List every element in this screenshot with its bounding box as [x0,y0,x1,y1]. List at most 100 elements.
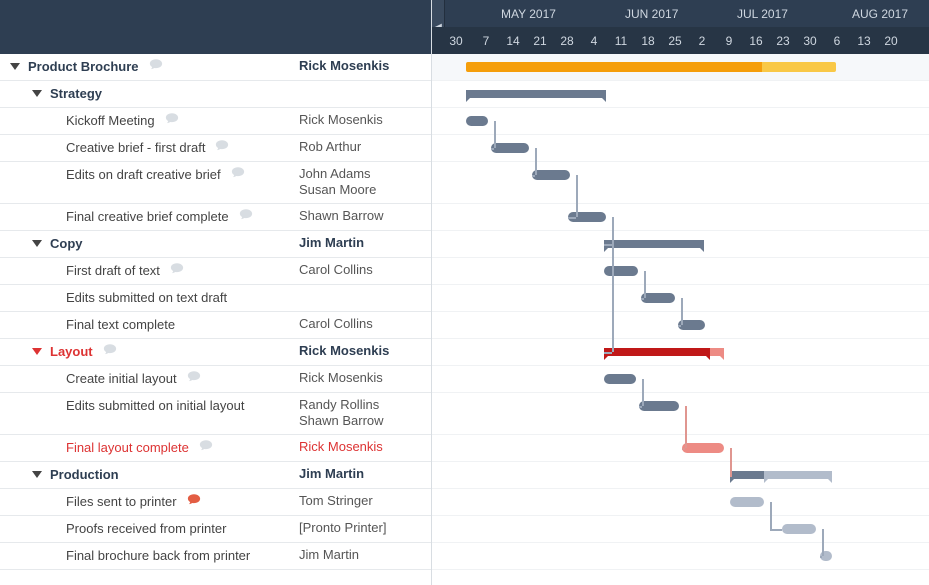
comment-icon[interactable] [103,343,117,356]
month-label: JUL 2017 [737,7,788,21]
table-row[interactable]: Final layout completeRick Mosenkis [0,435,431,462]
responsible-cell: Tom Stringer [299,493,431,510]
summary-bar-progress [730,471,764,479]
responsible-cell: Shawn Barrow [299,208,431,225]
task-bar[interactable] [604,374,636,384]
summary-bar[interactable] [604,348,710,356]
task-bar[interactable] [532,170,570,180]
table-row[interactable]: Final creative brief completeShawn Barro… [0,204,431,231]
gantt-chart [432,54,929,570]
comment-icon[interactable] [149,58,163,71]
day-label: 6 [834,34,841,48]
comment-icon[interactable] [215,139,229,152]
day-label: 30 [803,34,816,48]
table-row[interactable]: LayoutRick Mosenkis [0,339,431,366]
dependency-link [730,448,732,475]
expand-toggle[interactable] [32,471,42,478]
task-bar[interactable] [604,266,638,276]
task-rows: Product BrochureRick MosenkisStrategyKic… [0,54,431,585]
task-label: Product Brochure [28,58,139,76]
table-row[interactable]: Production Jim Martin [0,462,431,489]
day-label: 9 [726,34,733,48]
day-row: 30714212841118252916233061320 [432,27,929,54]
dependency-link [644,271,646,298]
comment-icon[interactable] [199,439,213,452]
table-row[interactable]: Edits on draft creative briefJohn AdamsS… [0,162,431,205]
task-label: Production [50,466,119,484]
progress-bar[interactable] [466,62,836,72]
table-row[interactable]: Files sent to printer Tom Stringer [0,489,431,516]
dependency-link [820,556,822,558]
task-bar[interactable] [730,497,764,507]
summary-bar[interactable] [466,90,606,98]
task-label: Edits submitted on initial layout [66,397,244,415]
task-bar[interactable] [782,524,816,534]
expand-toggle[interactable] [32,90,42,97]
responsible-cell: Jim Martin [299,466,431,483]
table-row[interactable]: Creative brief - first draft Rob Arthur [0,135,431,162]
day-label: 20 [884,34,897,48]
dependency-link [682,448,685,450]
task-bar[interactable] [639,401,679,411]
table-row[interactable]: CopyJim Martin [0,231,431,258]
table-row[interactable]: Strategy [0,81,431,108]
summary-bar[interactable] [604,240,704,248]
comment-icon[interactable] [170,262,184,275]
table-row[interactable]: Final brochure back from printerJim Mart… [0,543,431,570]
table-row[interactable]: Edits submitted on text draft [0,285,431,312]
table-row[interactable]: First draft of textCarol Collins [0,258,431,285]
comment-icon[interactable] [165,112,179,125]
day-label: 25 [668,34,681,48]
responsible-cell: Rick Mosenkis [299,112,431,129]
expand-toggle[interactable] [10,63,20,70]
dependency-link [685,406,687,449]
responsible-cell: Rick Mosenkis [299,58,431,75]
day-label: 2 [699,34,706,48]
gantt-lane [432,108,929,135]
day-label: 23 [776,34,789,48]
dependency-link [678,325,681,327]
task-label: Creative brief - first draft [66,139,205,157]
table-row[interactable]: Product Brochure Rick Mosenkis [0,54,431,81]
task-bar[interactable] [491,143,529,153]
left-panel: Product BrochureRick MosenkisStrategyKic… [0,0,432,585]
comment-icon[interactable] [231,166,245,179]
day-label: 18 [641,34,654,48]
day-label: 16 [749,34,762,48]
table-row[interactable]: Kickoff Meeting Rick Mosenkis [0,108,431,135]
responsible-cell: Jim Martin [299,547,431,564]
task-bar[interactable] [682,443,724,453]
gantt-lane [432,543,929,570]
table-row[interactable]: Edits submitted on initial layout Randy R… [0,393,431,436]
dependency-link [642,379,644,406]
gantt-lane [432,435,929,462]
app-root: Product BrochureRick MosenkisStrategyKic… [0,0,929,585]
task-label: Files sent to printer [66,493,177,511]
dependency-link [770,502,772,529]
gantt-lane [432,162,929,205]
gantt-lane [432,462,929,489]
dependency-link [612,217,614,351]
task-label: Kickoff Meeting [66,112,155,130]
responsible-cell: Randy RollinsShawn Barrow [299,397,431,431]
responsible-cell: Rob Arthur [299,139,431,156]
responsible-cell: Carol Collins [299,316,431,333]
expand-toggle[interactable] [32,240,42,247]
gantt-lane [432,366,929,393]
dependency-link [822,529,824,556]
month-label: JUN 2017 [625,7,678,21]
gantt-lane [432,393,929,436]
expand-toggle[interactable] [32,348,42,355]
comment-icon[interactable] [239,208,253,221]
task-bar[interactable] [466,116,488,126]
comment-icon[interactable] [187,493,201,506]
comment-icon[interactable] [187,370,201,383]
table-row[interactable]: Final text completeCarol Collins [0,312,431,339]
responsible-cell: John AdamsSusan Moore [299,166,431,200]
month-row: MAY 2017JUN 2017JUL 2017AUG 2017 [432,0,929,27]
summary-bar[interactable] [764,471,832,479]
task-bar[interactable] [641,293,675,303]
month-label: MAY 2017 [501,7,556,21]
table-row[interactable]: Create initial layoutRick Mosenkis [0,366,431,393]
table-row[interactable]: Proofs received from printer[Pronto Prin… [0,516,431,543]
